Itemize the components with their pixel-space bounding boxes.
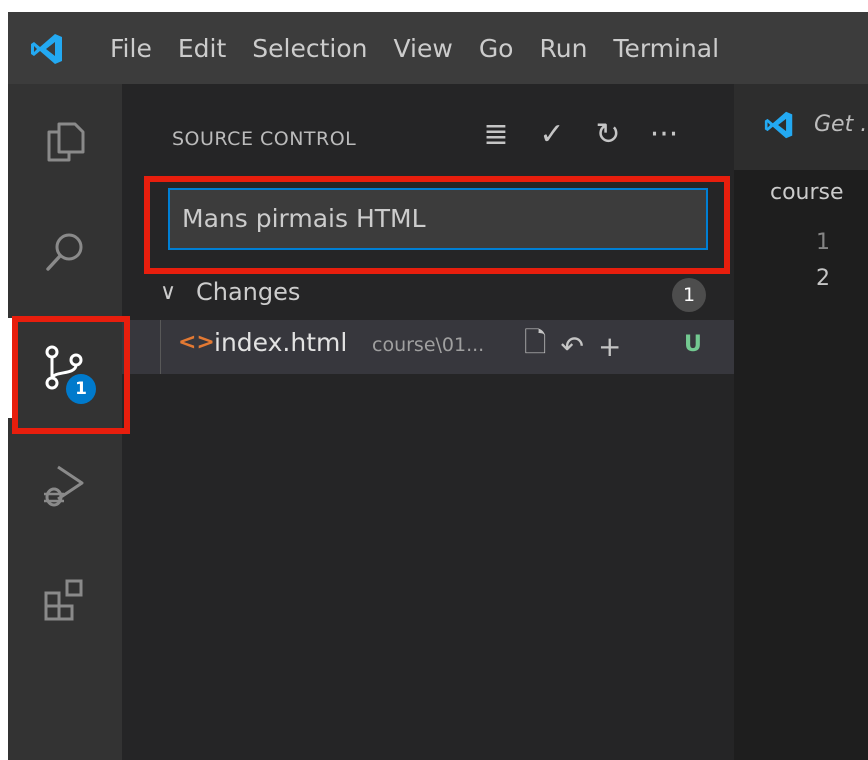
activity-search[interactable] <box>8 202 122 302</box>
editor-tab-get-started[interactable]: Get . <box>814 112 867 137</box>
editor-tab-bar: Get . <box>734 84 868 170</box>
file-path: course\01... <box>372 334 485 356</box>
panel-actions: ≣ ✓ ↻ ··· <box>468 114 692 154</box>
menu-terminal[interactable]: Terminal <box>613 34 719 63</box>
open-file-icon[interactable]: 🗋 <box>524 322 547 370</box>
menu-selection[interactable]: Selection <box>252 34 367 63</box>
explorer-icon <box>47 122 85 162</box>
menu-file[interactable]: File <box>110 34 152 63</box>
title-bar: File Edit Selection View Go Run Terminal <box>8 12 868 84</box>
commit-input-highlight <box>144 176 730 274</box>
vscode-logo-icon <box>31 34 62 64</box>
search-icon <box>46 233 83 271</box>
menu-bar: File Edit Selection View Go Run Terminal <box>110 12 745 84</box>
activity-explorer[interactable] <box>8 92 122 192</box>
html-file-icon: <> <box>178 330 215 355</box>
tree-indent-guide <box>160 320 161 374</box>
menu-go[interactable]: Go <box>479 34 514 63</box>
stage-changes-icon[interactable]: + <box>598 330 621 363</box>
more-actions-icon[interactable]: ··· <box>636 117 692 152</box>
run-debug-icon <box>44 465 84 507</box>
discard-changes-icon[interactable]: ↶ <box>561 330 584 363</box>
view-as-tree-icon[interactable]: ≣ <box>468 117 524 152</box>
panel-header: SOURCE CONTROL ≣ ✓ ↻ ··· <box>122 84 734 174</box>
file-name: index.html <box>214 328 348 357</box>
activity-extensions[interactable] <box>8 550 122 650</box>
line-number: 2 <box>816 266 830 291</box>
changes-label: Changes <box>196 278 301 306</box>
menu-view[interactable]: View <box>393 34 452 63</box>
refresh-icon[interactable]: ↻ <box>580 117 636 152</box>
menu-edit[interactable]: Edit <box>178 34 226 63</box>
commit-check-icon[interactable]: ✓ <box>524 117 580 152</box>
chevron-down-icon: ∨ <box>160 280 177 305</box>
untracked-status-badge: U <box>684 332 702 357</box>
menu-run[interactable]: Run <box>539 34 587 63</box>
file-inline-actions: 🗋 ↶ + <box>524 326 635 366</box>
changes-group-header[interactable]: ∨ Changes 1 <box>122 274 734 314</box>
vscode-logo-icon <box>764 111 793 139</box>
source-control-highlight <box>12 316 130 434</box>
breadcrumb[interactable]: course <box>770 180 844 205</box>
line-number: 1 <box>816 230 830 255</box>
editor-area: Get . course 1 2 <box>734 84 868 760</box>
changed-file-row[interactable]: <> index.html course\01... 🗋 ↶ + U <box>122 320 734 374</box>
extensions-icon <box>44 579 83 621</box>
vscode-window: File Edit Selection View Go Run Terminal <box>8 12 868 760</box>
changes-count-badge: 1 <box>672 278 706 312</box>
panel-title: SOURCE CONTROL <box>172 128 357 150</box>
activity-run-debug[interactable] <box>8 436 122 536</box>
